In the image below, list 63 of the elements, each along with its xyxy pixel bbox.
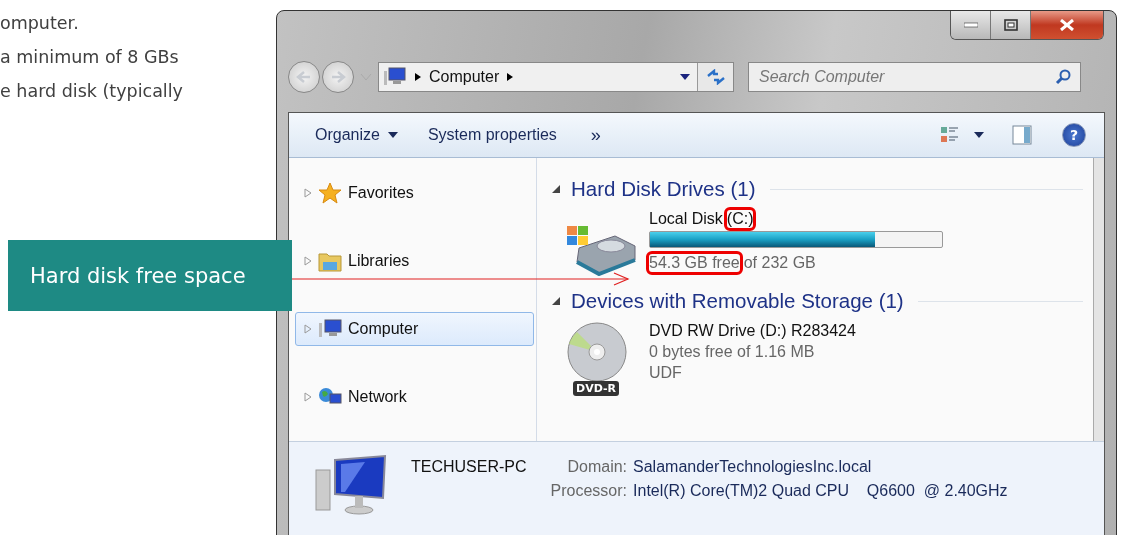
- close-icon: [1059, 19, 1075, 31]
- drive-detail: UDF: [649, 364, 683, 382]
- collapse-icon[interactable]: [551, 296, 561, 306]
- search-icon[interactable]: [1055, 69, 1071, 85]
- breadcrumb-arrow-icon: [414, 72, 422, 82]
- dropdown-caret-icon[interactable]: [680, 74, 690, 80]
- breadcrumb-item[interactable]: Computer: [429, 68, 500, 86]
- document-text: e hard disk (typically: [0, 80, 184, 103]
- detail-value: Intel(R) Core(TM)2 Quad CPU Q6600 @ 2.40GHz: [633, 482, 1008, 500]
- back-arrow-icon: [296, 71, 312, 83]
- group-header: Devices with Removable Storage (1): [571, 289, 904, 313]
- maximize-icon: [1003, 19, 1018, 31]
- drive-detail: 0 bytes free of 1.16 MB: [649, 343, 816, 361]
- search-field[interactable]: Search Computer: [748, 62, 1081, 92]
- detail-value: SalamanderTechnologiesInc.local: [633, 458, 873, 476]
- document-text: omputer.: [0, 12, 80, 35]
- expander-icon: [304, 188, 312, 198]
- callout-label: Hard disk free space: [8, 240, 292, 311]
- close-button[interactable]: [1031, 11, 1103, 39]
- refresh-icon: [705, 69, 726, 85]
- sidebar-item[interactable]: Favorites: [295, 176, 534, 210]
- collapse-icon[interactable]: [551, 184, 561, 194]
- minimize-icon: [963, 22, 978, 28]
- minimize-button[interactable]: [951, 11, 991, 39]
- total-size-text: of 232 GB: [743, 254, 816, 272]
- drive-name: DVD RW Drive (D:) R283424: [649, 322, 856, 340]
- dropdown-caret-icon: [387, 132, 398, 138]
- free-space-text: 54.3 GB free: [649, 254, 740, 272]
- breadcrumb-arrow-icon: [506, 72, 515, 82]
- document-text: a minimum of 8 GBs: [0, 46, 180, 69]
- preview-pane-icon[interactable]: [1012, 125, 1032, 145]
- dropdown-caret-icon[interactable]: [974, 132, 984, 138]
- help-button[interactable]: ?: [1062, 123, 1086, 147]
- forward-button[interactable]: [322, 61, 354, 93]
- scrollbar[interactable]: [1093, 158, 1104, 441]
- drive-name: Local Disk: [649, 210, 723, 228]
- forward-arrow-icon: [330, 71, 346, 83]
- more-button[interactable]: »: [576, 124, 607, 146]
- back-button[interactable]: [288, 61, 320, 93]
- toolbar-button[interactable]: Organize: [305, 126, 404, 144]
- expander-icon: [304, 256, 312, 266]
- computer-name: TECHUSER-PC: [411, 458, 527, 476]
- star-icon: [318, 182, 342, 204]
- folder-icon: [318, 250, 342, 272]
- computer-icon: [383, 67, 407, 87]
- address-bar[interactable]: Computer: [378, 62, 734, 92]
- detail-label: Domain:: [566, 458, 628, 476]
- expander-icon: [304, 392, 312, 402]
- computer-icon: [318, 318, 342, 340]
- disc-type-badge: DVD-R: [573, 381, 619, 396]
- refresh-button[interactable]: [697, 63, 733, 91]
- maximize-button[interactable]: [991, 11, 1031, 39]
- detail-label: Processor:: [550, 482, 628, 500]
- sidebar-item[interactable]: Computer: [295, 312, 534, 346]
- view-options-icon[interactable]: [940, 125, 960, 145]
- disc-icon: [565, 322, 629, 382]
- expander-icon: [304, 324, 312, 334]
- toolbar-button[interactable]: System properties: [417, 126, 563, 144]
- computer-icon: [315, 454, 387, 516]
- sidebar-item[interactable]: Network: [295, 380, 534, 414]
- group-header: Hard Disk Drives (1): [571, 177, 756, 201]
- sidebar-item[interactable]: Libraries: [295, 244, 534, 278]
- drive-letter: (C:): [726, 210, 754, 228]
